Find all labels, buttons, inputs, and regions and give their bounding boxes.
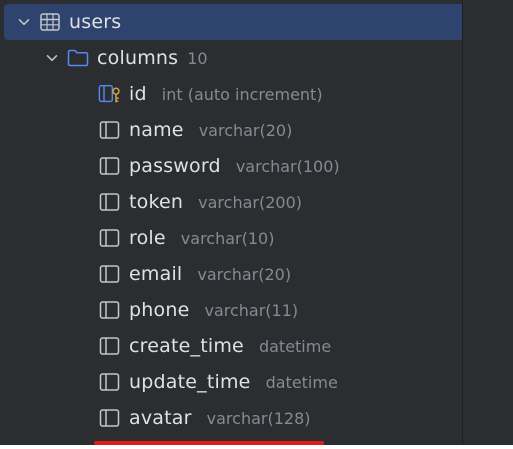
column-icon [98,155,122,177]
column-row-name[interactable]: name varchar(20) [98,112,292,148]
column-row-password[interactable]: password varchar(100) [98,148,340,184]
column-name: password [129,155,221,177]
column-name: create_time [129,335,244,357]
column-icon [98,299,122,321]
column-type: varchar(11) [204,300,299,320]
chevron-down-icon[interactable] [16,14,32,30]
column-row-token[interactable]: token varchar(200) [98,184,302,220]
column-type: varchar(200) [198,192,302,212]
column-icon [98,263,122,285]
column-type: datetime [258,336,332,356]
column-type: varchar(10) [180,228,275,248]
column-name: avatar [129,407,192,429]
table-name: users [69,11,122,33]
column-row-phone[interactable]: phone varchar(11) [98,292,298,328]
column-icon [98,119,122,141]
column-row-role[interactable]: role varchar(10) [98,220,274,256]
column-type: varchar(20) [198,120,293,140]
column-type: varchar(20) [197,264,292,284]
database-explorer: users columns 10 id int (auto increment)… [0,0,513,449]
chevron-down-icon[interactable] [44,50,60,66]
column-icon [98,335,122,357]
primary-key-column-icon [98,83,122,105]
folder-icon [66,47,90,69]
column-type: datetime [265,372,338,392]
column-name: token [129,191,184,213]
column-type: varchar(128) [206,408,311,428]
editor-pane [463,0,513,445]
tree-node-columns-folder[interactable]: columns 10 [44,40,208,76]
column-count: 10 [187,48,208,68]
tree-node-users-table[interactable]: users [4,4,466,40]
table-icon [38,11,62,33]
column-name: role [129,227,166,249]
bottom-edge [0,445,513,449]
column-row-id[interactable]: id int (auto increment) [98,76,323,112]
column-icon [98,371,122,393]
column-row-update-time[interactable]: update_time datetime [98,364,338,400]
column-row-create-time[interactable]: create_time datetime [98,328,331,364]
column-name: name [129,119,184,141]
column-icon [98,191,122,213]
schema-tree: users columns 10 id int (auto increment)… [0,0,466,445]
column-name: update_time [129,371,251,393]
column-row-avatar[interactable]: avatar varchar(128) [98,400,310,436]
column-row-email[interactable]: email varchar(20) [98,256,291,292]
column-type: int (auto increment) [161,84,323,104]
column-name: phone [129,299,190,321]
folder-name: columns [97,47,179,69]
column-name: id [129,83,147,105]
column-icon [98,227,122,249]
column-type: varchar(100) [235,156,340,176]
column-icon [98,407,122,429]
column-name: email [129,263,183,285]
